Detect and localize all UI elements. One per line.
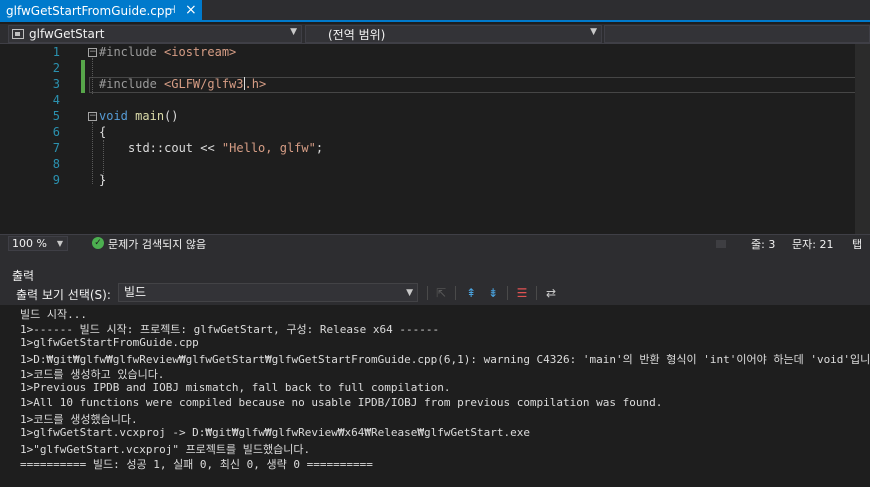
output-line: 1>glfwGetStartFromGuide.cpp [20,336,199,349]
collapse-icon[interactable]: − [88,48,97,57]
tab-indicator[interactable]: 탭 [852,236,862,252]
output-line: 1>"glfwGetStart.vcxproj" 프로젝트를 빌드했습니다. [20,443,311,456]
line-number: 6 [52,125,60,139]
output-line: 1>Previous IPDB and IOBJ mismatch, fall … [20,381,451,394]
navigation-bar: glfwGetStart ▼ (전역 범위) ▼ [0,24,870,44]
include-path-ext: .h> [244,77,267,91]
chevron-down-icon: ▼ [590,27,597,37]
output-line: 1>All 10 functions were compiled because… [20,396,663,409]
chevron-down-icon: ▼ [290,27,297,37]
previous-message-icon[interactable]: ⇞ [463,285,479,301]
scrollbar-thumb[interactable] [716,240,726,248]
keyword: void [99,109,128,123]
code-line-6: { [99,125,107,139]
line-number: 1 [52,45,60,59]
code-line-9: } [99,173,107,187]
line-number: 8 [52,157,60,171]
project-dropdown-value: glfwGetStart [29,27,105,41]
line-number: 7 [52,141,60,155]
output-line: 1>------ 빌드 시작: 프로젝트: glfwGetStart, 구성: … [20,323,440,336]
output-panel-header: 출력 [0,251,870,283]
output-line: 1>코드를 생성하고 있습니다. [20,368,165,381]
output-text-area[interactable]: 빌드 시작... 1>------ 빌드 시작: 프로젝트: glfwGetSt… [0,305,870,487]
output-source-value: 빌드 [124,285,147,299]
line-number: 2 [52,61,60,75]
preprocessor-directive: #include [99,77,165,91]
include-path: <GLFW/glfw3 [164,77,244,91]
scope-dropdown[interactable]: (전역 범위) ▼ [305,25,602,43]
editor-vertical-scrollbar[interactable] [855,44,870,234]
document-tab-bar: glfwGetStartFromGuide.cpp ⊣ × [0,0,870,22]
close-icon[interactable]: × [185,2,197,18]
next-message-icon[interactable]: ⇟ [485,285,501,301]
code-line-1: #include <iostream> [99,45,236,59]
chevron-down-icon: ▼ [406,288,413,298]
output-line: 1>코드를 생성했습니다. [20,413,138,426]
show-output-label: 출력 보기 선택(S): [16,288,111,302]
output-line: 1>D:₩git₩glfw₩glfwReview₩glfwGetStart₩gl… [20,353,870,366]
line-number: 4 [52,93,60,107]
toolbar-separator [507,286,508,300]
include-path: <iostream> [164,45,237,59]
code-line-5: void main() [99,109,179,123]
code-text: std::cout << [128,141,222,155]
line-number: 3 [52,77,60,91]
scope-dropdown-value: (전역 범위) [328,27,386,42]
code-punctuation: () [164,109,179,123]
editor-horizontal-scrollbar[interactable] [150,238,730,249]
toolbar-separator [536,286,537,300]
output-line: 빌드 시작... [20,308,87,321]
code-punctuation: ; [315,141,324,155]
column-indicator: 문자: 21 [792,238,834,251]
toolbar-separator [427,286,428,300]
line-indicator: 줄: 3 [751,238,776,251]
pin-icon[interactable]: ⊣ [166,3,176,16]
project-icon [12,29,24,39]
fold-guide [92,58,93,94]
output-line: 1>glfwGetStart.vcxproj -> D:₩git₩glfw₩gl… [20,426,530,439]
line-number: 5 [52,109,60,123]
fold-guide [92,122,93,184]
function-name: main [135,109,165,123]
toolbar-separator [455,286,456,300]
editor-margin [0,44,18,234]
check-circle-icon[interactable]: ✓ [92,237,104,249]
zoom-dropdown[interactable]: 100 % ▼ [8,236,68,251]
preprocessor-directive: #include [99,45,165,59]
code-line-3: #include <GLFW/glfw3.h> [99,77,266,91]
output-source-dropdown[interactable]: 빌드 ▼ [118,283,418,302]
project-dropdown[interactable]: glfwGetStart ▼ [8,25,302,43]
document-tab[interactable]: glfwGetStartFromGuide.cpp ⊣ × [0,0,202,22]
output-toolbar: 출력 보기 선택(S): 빌드 ▼ ⇱ ⇞ ⇟ ☰ ⇄ [0,281,870,305]
line-number: 9 [52,173,60,187]
collapse-icon[interactable]: − [88,112,97,121]
change-tracking-bar [81,60,85,93]
clear-all-icon[interactable]: ☰ [514,285,530,301]
code-line-7: std::cout << "Hello, glfw"; [128,141,323,155]
goto-location-icon[interactable]: ⇱ [433,285,449,301]
chevron-down-icon: ▼ [56,239,63,248]
string-literal: "Hello, glfw" [221,141,316,155]
zoom-value: 100 % [12,237,47,250]
output-line: ========== 빌드: 성공 1, 실패 0, 최신 0, 생략 0 ==… [20,458,373,471]
member-dropdown[interactable] [604,25,870,43]
editor-status-bar: 100 % ▼ ✓ 문제가 검색되지 않음 줄: 3 문자: 21 탭 [0,234,870,251]
document-tab-title: glfwGetStartFromGuide.cpp [6,4,173,18]
word-wrap-icon[interactable]: ⇄ [543,285,559,301]
code-editor[interactable]: 1 2 3 4 5 6 7 8 9 − − #include <iostream… [0,44,870,234]
